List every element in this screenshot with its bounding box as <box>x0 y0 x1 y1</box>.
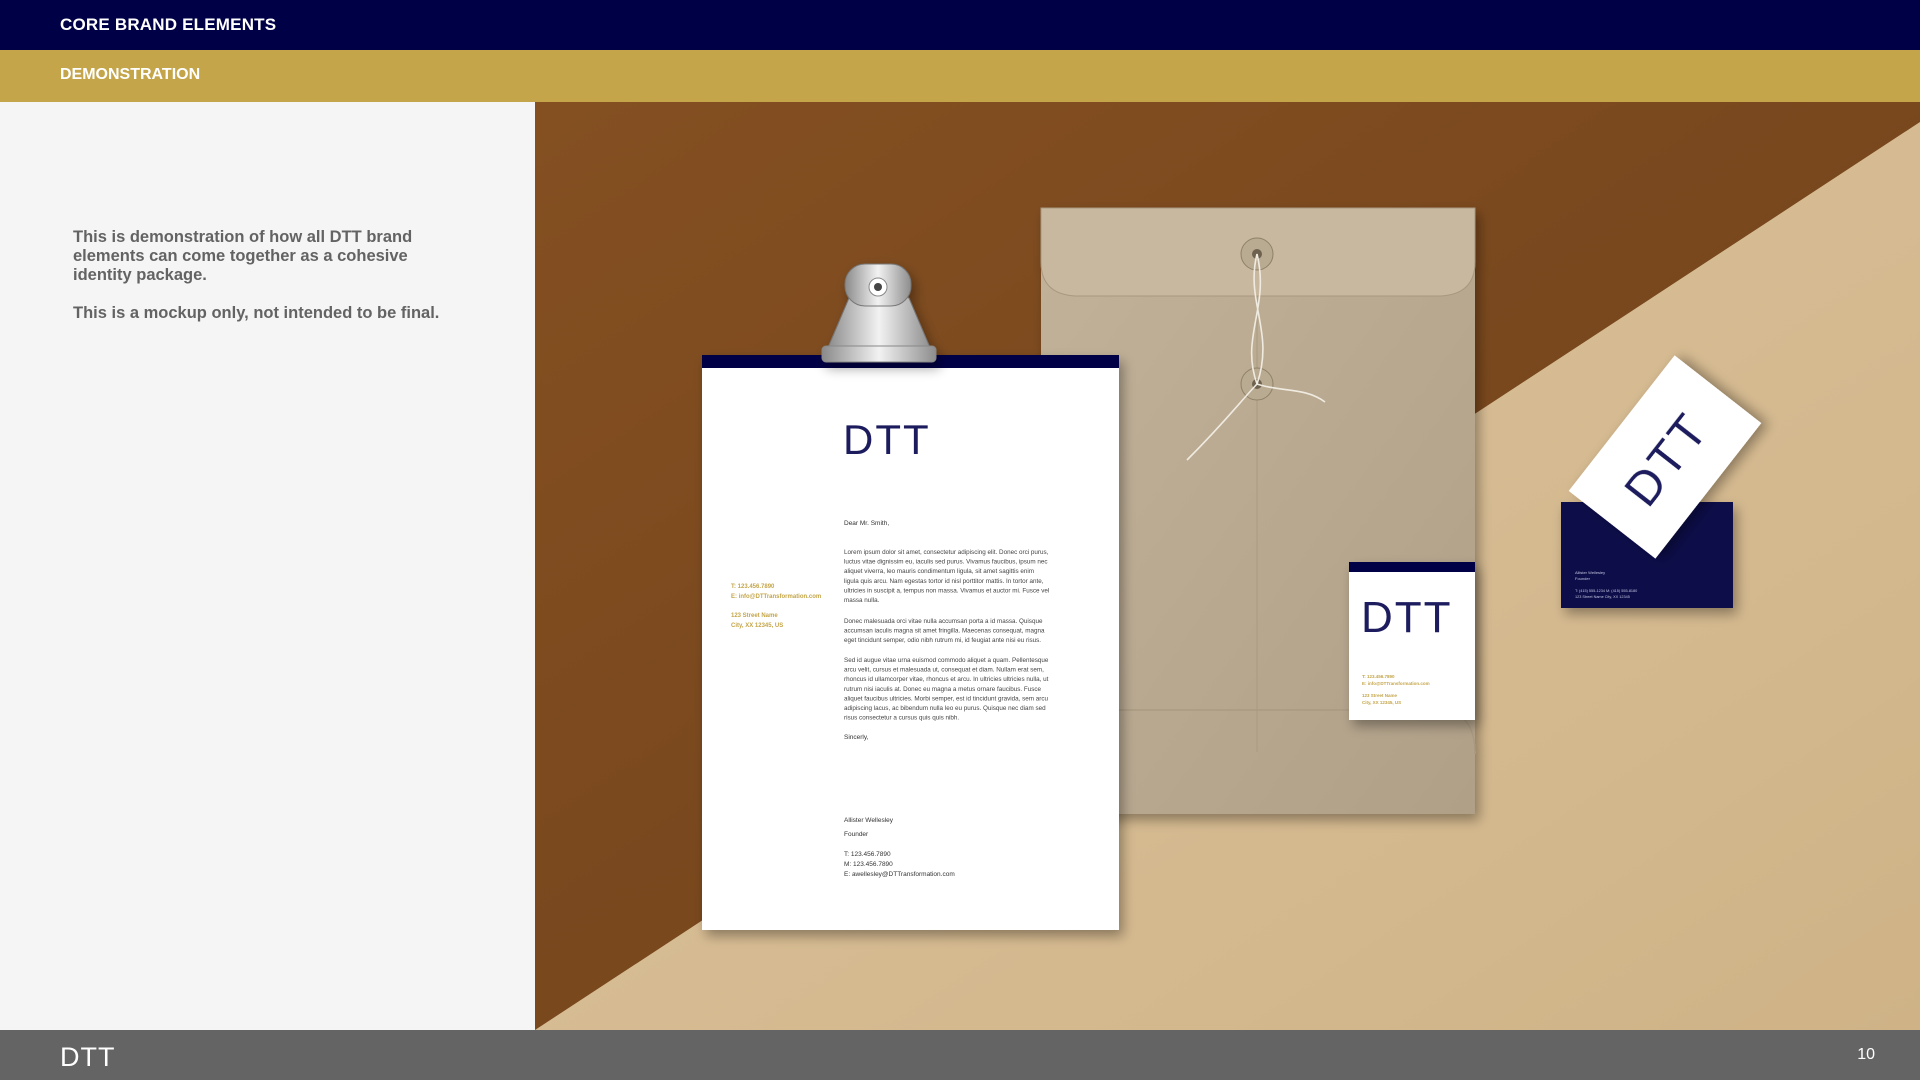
subsection-title: DEMONSTRATION <box>60 66 201 83</box>
envelope-card-street: 123 Street Name <box>1362 693 1398 698</box>
letterhead-address-city: City, XX 12345, US <box>731 623 783 629</box>
letterhead-signatory-title: Founder <box>844 831 869 838</box>
letterhead-closing: Sincerly, <box>844 734 869 741</box>
letterhead-body-line: eget tincidunt semper, odio nibh rutrum … <box>844 637 1041 644</box>
intro-paragraph-1: This is demonstration of how all DTT bra… <box>73 228 413 284</box>
mockup-scene: DTT T: 123.456.7890 E: info@DTTransforma… <box>535 102 1920 1030</box>
svg-text:T: (415) 555-1234 M: (415) 5: T: (415) 555-1234 M: (415) 555-8180 <box>1575 589 1637 593</box>
letterhead-body-line: adipiscing lacus, ac bibendum nulla leo … <box>844 705 1046 712</box>
letterhead-brand-mark: DTT <box>843 416 931 463</box>
letterhead-body-line: rhoncus id ullamcorper vitae, rhoncus et… <box>844 676 1049 683</box>
subsection-header-bar: DEMONSTRATION <box>0 50 1920 102</box>
page-number: 10 <box>1857 1046 1875 1063</box>
letterhead-body-paragraph-3: Sed id augue vitae urna euismod commodo … <box>844 657 1049 722</box>
letterhead-contact-email: E: info@DTTransformation.com <box>731 594 821 600</box>
svg-text:Founder: Founder <box>1575 576 1591 581</box>
letterhead-body-line: rutrum nisi iaculis at. Donec eu magna a… <box>844 686 1042 693</box>
envelope-card-phone: T: 123.456.7890 <box>1362 674 1395 679</box>
letterhead-body-line: luctus vitae dignissim eu, iaculis sed p… <box>844 559 1048 566</box>
letterhead-body-line: ligula quis arcu. Nam egestas tortor id … <box>844 578 1044 585</box>
letterhead-body-line: Donec malesuada orci vitae nulla accumsa… <box>844 618 1043 625</box>
stationery-mockup-photo: DTT T: 123.456.7890 E: info@DTTransforma… <box>535 102 1920 1030</box>
letterhead-body-line: ultricies in suscipit a, tempus non mass… <box>844 587 1049 594</box>
envelope-address-card: DTT T: 123.456.7890 E: info@DTTransforma… <box>1349 562 1475 720</box>
footer-logo-text: DTT <box>60 1043 115 1069</box>
letterhead-salutation: Dear Mr. Smith, <box>844 520 889 527</box>
envelope-card-email: E: info@DTTransformation.com <box>1362 681 1430 686</box>
envelope-card-brand-mark: DTT <box>1361 593 1453 642</box>
letterhead-body-line: arcu velit, cursus et malesuada ut, cons… <box>844 667 1044 674</box>
letterhead-signatory-email: E: awellesley@DTTransformation.com <box>844 871 955 878</box>
section-header-bar: CORE BRAND ELEMENTS <box>0 0 1920 50</box>
intro-text: This is demonstration of how all DTT bra… <box>73 228 453 323</box>
letterhead-body-line: aliquet viverra, leo mauris condimentum … <box>844 568 1034 575</box>
svg-text:123 Street Name City, XX 12345: 123 Street Name City, XX 12345 <box>1575 595 1630 599</box>
letterhead-body-line: aliquet faucibus ultricies. Morbi semper… <box>844 695 1049 702</box>
dtt-logo: DTT <box>60 1043 115 1069</box>
letterhead-signatory-mobile: M: 123.456.7890 <box>844 861 893 868</box>
svg-text:Allister Wellesley: Allister Wellesley <box>1575 570 1605 575</box>
letterhead-body-line: risus consectetur a cursus quis quis nib… <box>844 715 959 722</box>
letterhead-body-line: massa nulla. <box>844 597 880 604</box>
letterhead-contact-phone: T: 123.456.7890 <box>731 584 775 590</box>
letterhead-body-line: Sed id augue vitae urna euismod commodo … <box>844 657 1049 664</box>
section-title: CORE BRAND ELEMENTS <box>60 15 277 34</box>
letterhead-body-paragraph-2: Donec malesuada orci vitae nulla accumsa… <box>844 618 1045 644</box>
letterhead-signatory-name: Allister Wellesley <box>844 817 894 824</box>
intro-paragraph-2: This is a mockup only, not intended to b… <box>73 304 440 322</box>
footer-bar: DTT 10 <box>0 1030 1920 1080</box>
letterhead-body-line: Lorem ipsum dolor sit amet, consectetur … <box>844 549 1049 556</box>
letterhead-address-street: 123 Street Name <box>731 613 778 619</box>
envelope-card-city: City, XX 12345, US <box>1362 700 1401 705</box>
letterhead-body-line: accumsan iaculis magna sit amet fringill… <box>844 628 1045 635</box>
letterhead-signatory-phone: T: 123.456.7890 <box>844 851 891 858</box>
